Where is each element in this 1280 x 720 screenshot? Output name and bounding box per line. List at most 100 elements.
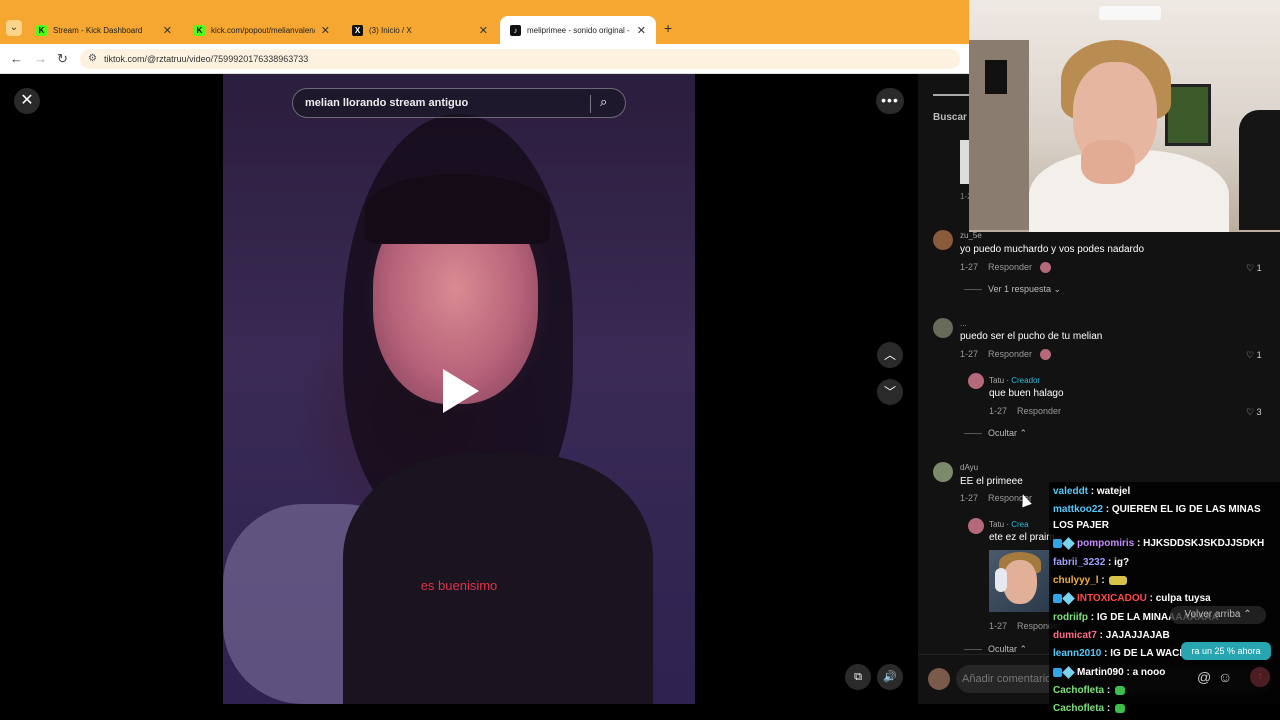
comment-username[interactable]: ... bbox=[960, 319, 967, 328]
chat-message: Cachofleta : bbox=[1053, 703, 1126, 714]
tab-tiktok[interactable]: ♪ meliprimee - sonido original - ✕ bbox=[500, 16, 656, 44]
kick-icon: K bbox=[36, 24, 47, 36]
address-bar: ← → ↻ ⚙ tiktok.com/@rztatruu/video/75999… bbox=[0, 44, 970, 74]
chat-message: mattkoo22 : QUIEREN EL IG DE LAS MINAS bbox=[1053, 504, 1261, 515]
view-replies-button[interactable]: Ver 1 respuesta ⌄ bbox=[964, 284, 1061, 295]
video-search-bar[interactable]: melian llorando stream antiguo ⌕ bbox=[292, 88, 626, 118]
badge-icon bbox=[1062, 536, 1075, 550]
comment-meta: 1-27 Responder bbox=[960, 262, 1052, 274]
comment-meta: 1-27 Responder bbox=[960, 349, 1052, 361]
emote-icon bbox=[1109, 575, 1128, 585]
kick-icon: K bbox=[194, 24, 205, 36]
video-player[interactable]: melian llorando stream antiguo ⌕ es buen… bbox=[223, 74, 695, 704]
player-background-left bbox=[0, 74, 223, 704]
pip-icon[interactable]: ⧉ bbox=[845, 664, 871, 690]
chat-message-continuation: LOS PAJER bbox=[1053, 520, 1109, 531]
back-icon[interactable]: ← bbox=[10, 51, 23, 66]
volume-icon[interactable]: 🔊 bbox=[877, 664, 903, 690]
badge-icon bbox=[1062, 591, 1075, 605]
tab-search-chevron-icon[interactable]: ⌄ bbox=[6, 20, 22, 36]
like-button[interactable]: ♡ 1 bbox=[1246, 350, 1262, 361]
send-icon[interactable]: ↑ bbox=[1250, 667, 1270, 687]
close-tab-icon[interactable]: ✕ bbox=[321, 24, 330, 37]
avatar[interactable] bbox=[933, 318, 953, 338]
x-icon: X bbox=[352, 24, 363, 36]
badge-icon bbox=[1053, 667, 1062, 677]
screen-bottom-strip bbox=[0, 704, 1049, 720]
divider bbox=[590, 95, 591, 113]
tab-indicator bbox=[933, 94, 973, 96]
creator-liked-icon bbox=[1040, 349, 1052, 361]
like-button[interactable]: ♡ 3 bbox=[1246, 407, 1262, 418]
forward-icon[interactable]: → bbox=[34, 51, 47, 66]
emote-icon bbox=[1115, 703, 1126, 713]
browser-tab-bar: ⌄ K Stream - Kick Dashboard ✕ K kick.com… bbox=[0, 0, 970, 44]
comment-text: puedo ser el pucho de tu melian bbox=[960, 331, 1103, 342]
site-info-icon[interactable]: ⚙ bbox=[88, 49, 97, 69]
chat-message: dumicat7 : JAJAJJAJAB bbox=[1053, 630, 1170, 641]
comment-username[interactable]: dAyu bbox=[960, 463, 978, 472]
headphones bbox=[995, 568, 1007, 592]
tab-kick-popout[interactable]: K kick.com/popout/melianvalen/ ✕ bbox=[184, 16, 340, 44]
search-icon[interactable]: ⌕ bbox=[600, 94, 607, 110]
webcam-person bbox=[1081, 140, 1135, 184]
comment-username[interactable]: zu_5e bbox=[960, 231, 982, 240]
chat-message: INTOXICADOU : culpa tuysa bbox=[1053, 591, 1211, 605]
chat-message: chulyyy_l : bbox=[1053, 575, 1128, 586]
reply-button[interactable]: Responder bbox=[1017, 406, 1061, 416]
search-label[interactable]: Buscar bbox=[933, 112, 967, 123]
badge-icon bbox=[1053, 538, 1062, 548]
mention-icon[interactable]: @ bbox=[1197, 669, 1211, 685]
avatar[interactable] bbox=[933, 462, 953, 482]
emoji-icon[interactable]: ☺ bbox=[1218, 669, 1232, 685]
play-icon[interactable] bbox=[443, 369, 479, 413]
like-button[interactable]: ♡ 1 bbox=[1246, 263, 1262, 274]
tab-x-inicio[interactable]: X (3) Inicio / X ✕ bbox=[342, 16, 498, 44]
chat-message: Martin090 : a nooo bbox=[1053, 665, 1165, 679]
reply-meta: 1-27 Responder bbox=[989, 406, 1062, 416]
emote-icon bbox=[1115, 685, 1126, 695]
new-tab-icon[interactable]: + bbox=[664, 20, 672, 36]
more-options-icon[interactable]: ••• bbox=[876, 88, 904, 114]
kick-chat-overlay: valeddt : watejel mattkoo22 : QUIEREN EL… bbox=[1049, 482, 1280, 720]
creator-liked-icon bbox=[1040, 262, 1052, 274]
chevron-down-icon[interactable]: ﹀ bbox=[877, 379, 903, 405]
comment-text: yo puedo muchardo y vos podes nadardo bbox=[960, 244, 1145, 255]
avatar[interactable] bbox=[968, 518, 984, 534]
webcam-background bbox=[985, 60, 1007, 94]
close-icon[interactable]: ✕ bbox=[14, 88, 40, 114]
hide-replies-button[interactable]: Ocultar ⌃ bbox=[964, 428, 1027, 439]
close-tab-icon[interactable]: ✕ bbox=[637, 24, 646, 37]
mini-cam-person bbox=[1003, 560, 1037, 604]
avatar[interactable] bbox=[933, 230, 953, 250]
streamer-mini-cam bbox=[989, 550, 1051, 612]
reply-button[interactable]: Responder bbox=[988, 262, 1032, 272]
chat-message: leann2010 : IG DE LA WACH bbox=[1053, 648, 1187, 659]
promo-banner[interactable]: ra un 25 % ahora bbox=[1181, 642, 1271, 660]
scroll-to-top-button[interactable]: Volver arriba ⌃ bbox=[1170, 606, 1266, 624]
avatar bbox=[928, 668, 950, 690]
video-caption: es buenisimo bbox=[420, 578, 498, 593]
tab-kick-dashboard[interactable]: K Stream - Kick Dashboard ✕ bbox=[26, 16, 182, 44]
tiktok-icon: ♪ bbox=[510, 24, 521, 36]
reply-username[interactable]: Tatu · Crea bbox=[989, 520, 1029, 529]
chat-message: fabrii_3232 : ig? bbox=[1053, 557, 1130, 568]
chevron-up-icon[interactable]: ︿ bbox=[877, 342, 903, 368]
reply-username[interactable]: Tatu · Creador bbox=[989, 376, 1040, 385]
webcam-background bbox=[1099, 6, 1161, 20]
chat-message: pompomiris : HJKSDDSKJSKDJJSDKH bbox=[1053, 536, 1264, 550]
webcam-background bbox=[1239, 110, 1280, 230]
close-tab-icon[interactable]: ✕ bbox=[163, 24, 172, 37]
avatar[interactable] bbox=[968, 373, 984, 389]
comment-text: EE el primeee bbox=[960, 476, 1023, 487]
reply-button[interactable]: Responder bbox=[988, 349, 1032, 359]
url-field[interactable]: ⚙ tiktok.com/@rztatruu/video/75999201763… bbox=[80, 49, 960, 69]
webcam-background bbox=[1165, 84, 1211, 146]
reply-text: ete ez el praim bbox=[989, 532, 1055, 543]
chat-message: Cachofleta : bbox=[1053, 685, 1126, 696]
close-tab-icon[interactable]: ✕ bbox=[479, 24, 488, 37]
chat-message: valeddt : watejel bbox=[1053, 486, 1131, 497]
badge-icon bbox=[1053, 593, 1062, 603]
reply-text: que buen halago bbox=[989, 388, 1064, 399]
reload-icon[interactable]: ↻ bbox=[57, 51, 68, 67]
